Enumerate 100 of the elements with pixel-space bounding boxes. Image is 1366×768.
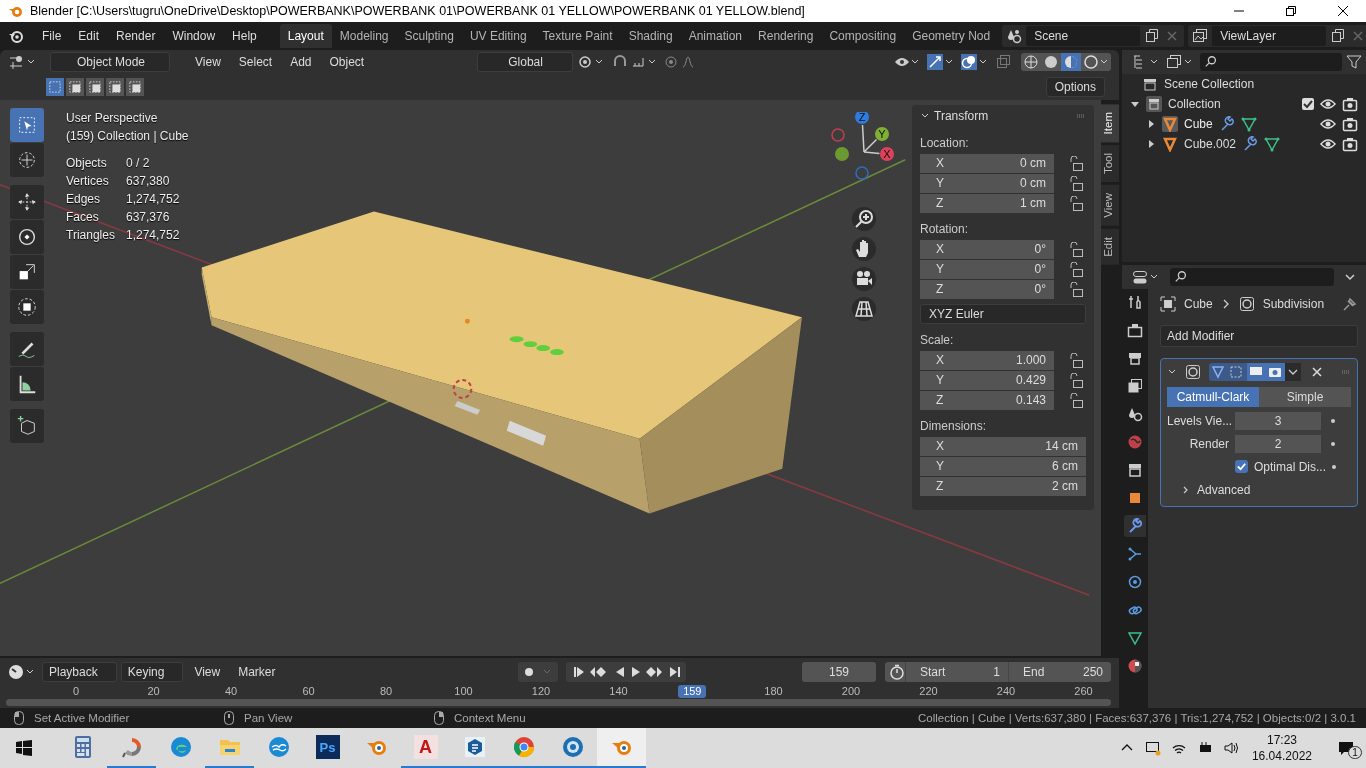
xray-icon[interactable]: [995, 54, 1011, 70]
menu-item[interactable]: Add: [283, 55, 319, 69]
duplicate-icon[interactable]: [1144, 28, 1161, 44]
windows-start-icon[interactable]: [16, 740, 32, 756]
menu-item[interactable]: Playback: [42, 661, 117, 682]
unlocked-icon[interactable]: [1068, 261, 1084, 278]
record-icon[interactable]: [518, 661, 559, 682]
cursor-tool-icon[interactable]: [10, 143, 44, 177]
number-field[interactable]: Y 0.429: [920, 371, 1054, 390]
sidebar-tab[interactable]: Edit: [1101, 229, 1119, 266]
scene-field[interactable]: Scene: [1026, 26, 1141, 46]
keyframe-dot-icon[interactable]: [1331, 418, 1335, 423]
menu-item[interactable]: Keying: [120, 661, 184, 682]
annotate-tool-icon[interactable]: [10, 332, 44, 366]
move-tool-icon[interactable]: [10, 185, 44, 219]
keyframe-dot-icon[interactable]: [1331, 441, 1335, 446]
orientation-dropdown[interactable]: Global: [477, 52, 574, 72]
camera-icon[interactable]: [1342, 96, 1358, 112]
workspace-tab[interactable]: Animation: [680, 24, 751, 48]
workspace-tab[interactable]: UV Editing: [461, 24, 535, 48]
unlocked-icon[interactable]: [1068, 372, 1084, 389]
speaker-icon[interactable]: [1222, 740, 1239, 756]
workspace-tab[interactable]: Modeling: [331, 24, 397, 48]
drag-handle-icon[interactable]: [1076, 111, 1086, 121]
rotation-mode-dropdown[interactable]: XYZ Euler: [920, 304, 1086, 324]
checkbox[interactable]: [1235, 460, 1248, 473]
number-field[interactable]: Z 0.143: [920, 391, 1054, 410]
unlocked-icon[interactable]: [1068, 281, 1084, 298]
number-field[interactable]: X 14 cm: [920, 437, 1086, 456]
menu-item[interactable]: View: [187, 664, 228, 679]
menu-item[interactable]: Marker: [231, 664, 283, 679]
number-field[interactable]: 2: [1235, 434, 1321, 453]
stopwatch-icon[interactable]: [889, 663, 905, 680]
workspace-tab[interactable]: Layout: [279, 24, 332, 48]
duplicate-icon[interactable]: [1330, 28, 1347, 44]
search-field[interactable]: [1200, 53, 1342, 71]
drag-handle-icon[interactable]: [1341, 367, 1351, 377]
wrench-icon[interactable]: [1242, 136, 1259, 152]
menu-item[interactable]: File: [34, 29, 71, 43]
workspace-tab[interactable]: Geometry Nod: [904, 24, 999, 48]
subdivision-type-button[interactable]: Catmull-Clark: [1167, 387, 1259, 407]
camera-icon[interactable]: [1342, 116, 1358, 132]
select-mode-icon[interactable]: [126, 78, 144, 96]
axis-handle[interactable]: X: [880, 147, 894, 161]
clock-time[interactable]: 17:23: [1266, 732, 1297, 748]
outliner-item[interactable]: Scene Collection: [1164, 77, 1255, 91]
workspace-tab[interactable]: Compositing: [821, 24, 905, 48]
select-mode-icon[interactable]: [86, 78, 104, 96]
number-field[interactable]: 3: [1235, 411, 1321, 430]
restore-icon[interactable]: [1285, 5, 1297, 17]
sidebar-tab[interactable]: Tool: [1101, 145, 1119, 183]
options-dropdown[interactable]: Options: [1045, 77, 1105, 97]
transform-tool-icon[interactable]: [10, 290, 44, 324]
workspace-tab[interactable]: Sculpting: [396, 24, 462, 48]
mesh-icon[interactable]: [1162, 136, 1178, 152]
number-field[interactable]: Z 0°: [920, 280, 1054, 299]
menu-item[interactable]: Select: [231, 55, 280, 69]
subpanel-title[interactable]: Advanced: [1197, 483, 1251, 497]
sidebar-tab[interactable]: Item: [1101, 104, 1119, 143]
workspace-tab[interactable]: Shading: [620, 24, 681, 48]
menu-item[interactable]: Edit: [70, 29, 109, 43]
menu-item[interactable]: Help: [224, 29, 266, 43]
number-field[interactable]: Y 0 cm: [920, 174, 1054, 193]
scene-icon[interactable]: [1006, 28, 1023, 44]
add-modifier-dropdown[interactable]: Add Modifier: [1160, 325, 1358, 347]
measure-tool-icon[interactable]: [10, 367, 44, 401]
number-field[interactable]: X 0 cm: [920, 154, 1054, 173]
pin-icon[interactable]: [1342, 296, 1358, 312]
unlocked-icon[interactable]: [1068, 195, 1084, 212]
modifier-toggles-icon[interactable]: [1209, 363, 1301, 381]
workspace-tab[interactable]: Rendering: [750, 24, 822, 48]
shading-modes-icon[interactable]: [1021, 53, 1111, 71]
filter-icon[interactable]: [1346, 54, 1362, 70]
axis-handle[interactable]: Z: [855, 112, 869, 124]
select-mode-icon[interactable]: [66, 78, 84, 96]
close-icon[interactable]: [1337, 5, 1349, 17]
menu-item[interactable]: Object: [322, 55, 372, 69]
view-layer-field[interactable]: ViewLayer: [1212, 26, 1327, 46]
select-mode-icon[interactable]: [106, 78, 124, 96]
mode-dropdown[interactable]: Object Mode: [50, 52, 170, 72]
axis-handle[interactable]: Y: [875, 127, 889, 141]
sidebar-tab[interactable]: View: [1101, 185, 1119, 227]
eye-icon[interactable]: [1320, 96, 1336, 112]
unlocked-icon[interactable]: [1068, 392, 1084, 409]
number-field[interactable]: Z 1 cm: [920, 194, 1054, 213]
eye-icon[interactable]: [1320, 116, 1336, 132]
playback-controls-icon[interactable]: [566, 661, 687, 682]
image-stack-icon[interactable]: [1192, 28, 1209, 44]
number-field[interactable]: X 0°: [920, 240, 1054, 259]
rotate-tool-icon[interactable]: [10, 220, 44, 254]
unlocked-icon[interactable]: [1068, 175, 1084, 192]
number-field[interactable]: Z 2 cm: [920, 477, 1086, 496]
select-tool-icon[interactable]: [10, 108, 44, 142]
blender-app-icon[interactable]: [597, 728, 646, 768]
panel-title[interactable]: Transform: [934, 109, 1072, 123]
checkbox[interactable]: [1302, 98, 1314, 110]
clock-date[interactable]: 16.04.2022: [1251, 748, 1312, 764]
monitor-icon[interactable]: [1144, 740, 1161, 756]
unlocked-icon[interactable]: [1068, 241, 1084, 258]
outliner-item[interactable]: Cube.002: [1184, 137, 1237, 151]
